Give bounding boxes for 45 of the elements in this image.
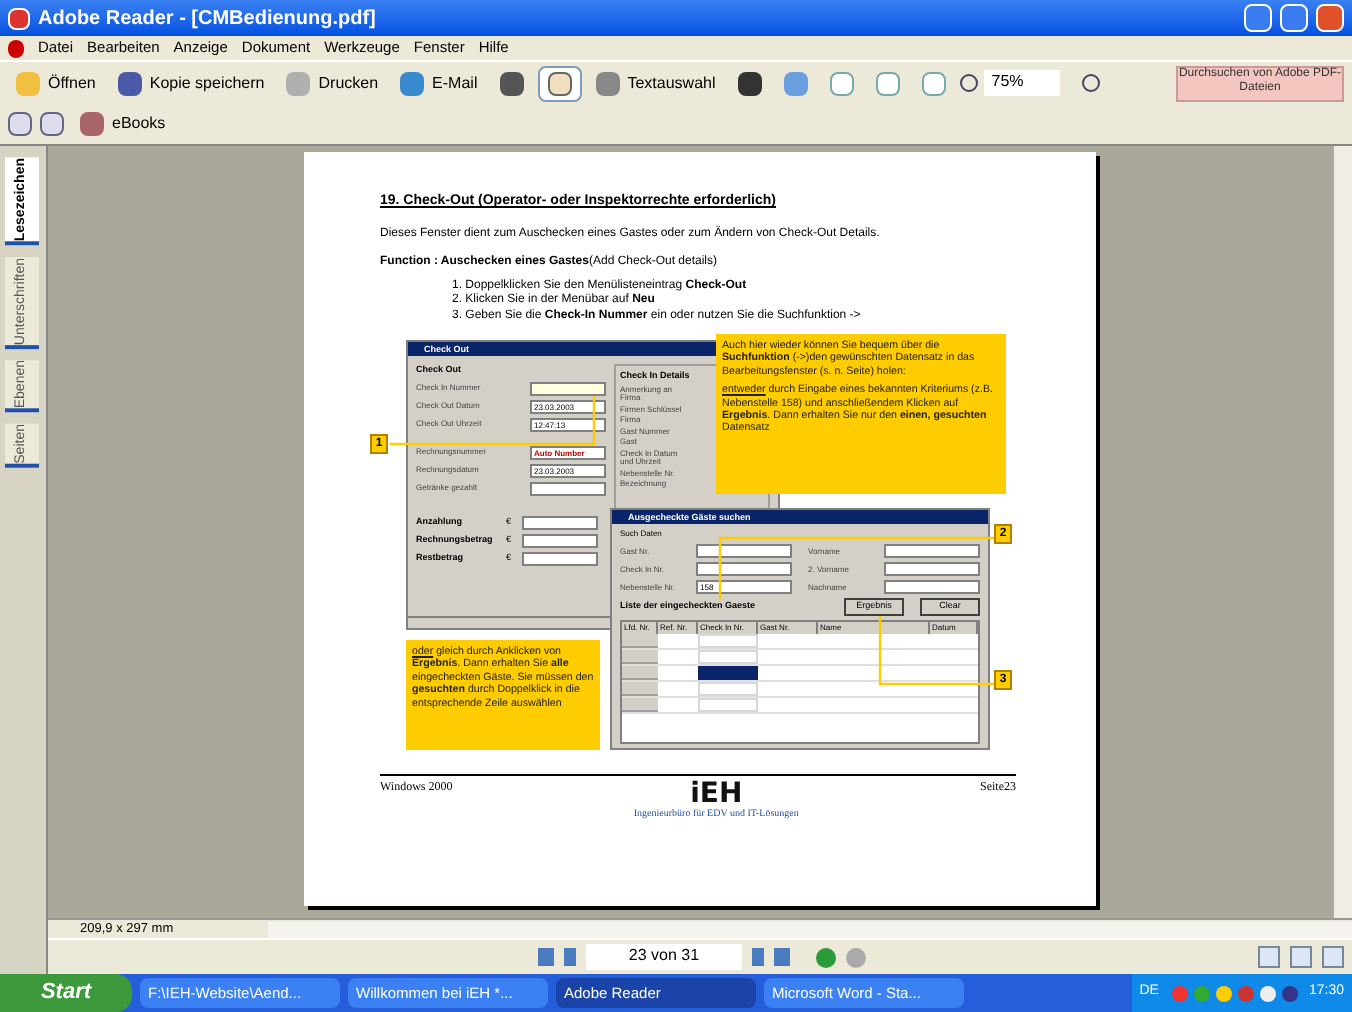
minimize-button[interactable]	[1244, 4, 1272, 32]
layout-icon[interactable]	[1322, 946, 1344, 968]
page-number-field[interactable]: 23 von 31	[586, 944, 742, 970]
table-cell[interactable]	[698, 698, 758, 712]
table-cell[interactable]	[698, 666, 758, 680]
row-header[interactable]	[622, 634, 658, 648]
email-button[interactable]: E-Mail	[392, 65, 486, 101]
vertical-scrollbar[interactable]	[1332, 146, 1352, 918]
input-field[interactable]	[696, 562, 792, 576]
row-header[interactable]	[622, 666, 658, 680]
row-header[interactable]	[622, 698, 658, 712]
input-field[interactable]	[530, 381, 606, 396]
row-header[interactable]	[622, 650, 658, 664]
page-icon	[829, 71, 854, 95]
horizontal-scrollbar[interactable]	[268, 921, 1352, 937]
hand-tool-button[interactable]	[537, 65, 582, 101]
table-cell[interactable]	[698, 634, 758, 648]
input-field[interactable]	[522, 551, 598, 566]
input-field[interactable]	[884, 562, 980, 576]
logo: iEH	[690, 780, 743, 808]
text-select-button[interactable]: Textauswahl	[587, 65, 724, 101]
window-title: Adobe Reader - [CMBedienung.pdf]	[38, 5, 378, 33]
row-header[interactable]	[622, 682, 658, 696]
page-icon	[921, 71, 946, 95]
print-button[interactable]: Drucken	[278, 65, 387, 101]
input-field[interactable]	[884, 580, 980, 594]
app-icon	[8, 7, 30, 29]
leader-line	[878, 616, 994, 686]
input-field[interactable]	[530, 481, 606, 496]
input-field[interactable]	[522, 533, 598, 548]
save-copy-button[interactable]: Kopie speichern	[109, 65, 273, 101]
table-cell[interactable]	[698, 682, 758, 696]
maximize-button[interactable]	[1280, 4, 1308, 32]
input-field[interactable]	[884, 544, 980, 558]
table-cell[interactable]	[698, 650, 758, 664]
zoom-field[interactable]: 75%	[983, 70, 1060, 96]
close-button[interactable]	[1316, 4, 1344, 32]
start-button[interactable]: Start	[0, 974, 132, 1012]
layout-icon[interactable]	[1258, 946, 1280, 968]
page-icon	[875, 71, 900, 95]
ebooks-button[interactable]: eBooks	[72, 106, 174, 142]
layout-icon[interactable]	[1290, 946, 1312, 968]
open-button[interactable]: Öffnen	[8, 65, 104, 101]
input-field[interactable]	[696, 544, 792, 558]
input-field[interactable]	[522, 515, 598, 530]
